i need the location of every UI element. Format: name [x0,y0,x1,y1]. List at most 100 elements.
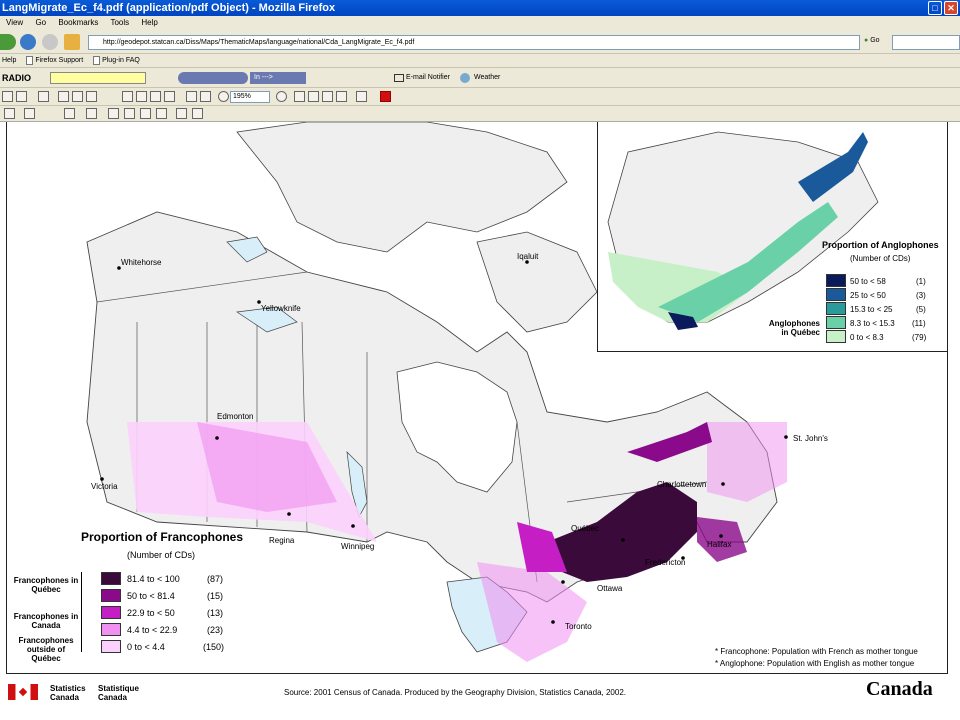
bookmarks-toolbar: Help Firefox Support Plug-in FAQ [0,54,960,68]
player-controls[interactable] [178,72,248,84]
go-arrow-icon: ● [864,37,869,44]
select-text-icon[interactable] [72,91,83,102]
legend-bracket [81,572,99,652]
map-frame: Whitehorse Yellowknife Iqaluit Edmonton … [6,122,948,674]
franco-legend-subtitle: (Number of CDs) [127,550,196,560]
city-label: Yellowknife [261,304,301,313]
page-thumb-icon[interactable] [140,108,151,119]
weather-button[interactable]: Weather [474,68,500,88]
rotate-icon[interactable] [356,91,367,102]
anglo-swatch [826,274,846,287]
menu-view[interactable]: View [6,18,23,27]
pencil-tool-icon[interactable] [64,108,75,119]
city-label: Charlottetown [657,480,707,489]
anglo-count: (11) [912,319,926,328]
radio-toolbar: RADIO In ---> E-mail Notifier Weather [0,68,960,88]
mail-icon [394,74,404,82]
line-tool-icon[interactable] [86,108,97,119]
reload-icon[interactable] [20,34,36,50]
weather-icon [460,73,470,83]
anglo-range: 50 to < 58 [850,277,886,286]
stop-icon[interactable] [42,34,58,50]
franco-swatch [101,572,121,585]
note-tool-icon[interactable] [24,108,35,119]
last-page-icon[interactable] [164,91,175,102]
go-button[interactable]: ● Go [864,37,880,44]
franco-swatch [101,606,121,619]
canada-flag-icon [8,684,38,700]
note-francophone: * Francophone: Population with French as… [715,647,918,656]
window-title: LangMigrate_Ec_f4.pdf (application/pdf O… [2,2,336,14]
home-icon[interactable] [64,34,80,50]
stream-field[interactable]: In ---> [250,72,306,84]
city-label: Québec [571,524,600,533]
pdf-document: Whitehorse Yellowknife Iqaluit Edmonton … [0,122,960,720]
navigation-toolbar: http://geodepot.statcan.ca/Diss/Maps/The… [0,30,960,54]
fit-width-icon[interactable] [322,91,333,102]
save-icon[interactable] [2,91,13,102]
attach-tool-icon[interactable] [124,108,135,119]
bookmark-firefox-support[interactable]: Firefox Support [35,57,83,64]
fit-page-icon[interactable] [308,91,319,102]
city-label: Victoria [91,482,118,491]
city-label: Regina [269,536,295,545]
layers-panel-icon[interactable] [176,108,187,119]
search-icon[interactable] [38,91,49,102]
first-page-icon[interactable] [122,91,133,102]
zoom-minus-icon[interactable] [218,91,229,102]
adobe-logo-icon[interactable] [380,91,391,102]
forward-view-icon[interactable] [200,91,211,102]
next-page-icon[interactable] [150,91,161,102]
city-label: Edmonton [217,412,254,421]
zoom-out-icon[interactable] [86,91,97,102]
signatures-panel-icon[interactable] [192,108,203,119]
text-tool-icon[interactable] [4,108,15,119]
anglo-legend-subtitle: (Number of CDs) [850,254,911,263]
radio-station-select[interactable] [50,72,146,84]
print-icon[interactable] [16,91,27,102]
anglo-group-label: Anglophones in Québec [768,319,820,337]
city-label: Whitehorse [121,258,162,267]
menu-bookmarks[interactable]: Bookmarks [58,18,98,27]
pdf-toolbar: 195% [0,88,960,106]
franco-count: (15) [207,591,224,601]
franco-group-label: Francophones in Québec [13,576,79,594]
hand-icon[interactable] [58,91,69,102]
page-icon [26,55,34,65]
actual-size-icon[interactable] [294,91,305,102]
city-label: Fredericton [645,558,686,567]
pdf-annotation-toolbar [0,106,960,122]
city-label: Toronto [565,622,592,631]
anglo-range: 15.3 to < 25 [850,305,893,314]
previous-page-icon[interactable] [136,91,147,102]
menu-help[interactable]: Help [141,18,157,27]
forward-icon[interactable] [0,34,16,50]
menu-bar: View Go Bookmarks Tools Help [0,16,960,30]
search-field[interactable] [892,35,960,50]
franco-legend-title: Proportion of Francophones [81,530,243,544]
bookmark-plugin-faq[interactable]: Plug-in FAQ [102,57,140,64]
close-button[interactable]: ✕ [944,1,958,15]
statcan-french: Statistique Canada [98,684,139,702]
url-field[interactable]: http://geodepot.statcan.ca/Diss/Maps/The… [88,35,860,50]
menu-tools[interactable]: Tools [110,18,129,27]
franco-group-label: Francophones in Canada [13,612,79,630]
anglo-count: (5) [916,305,926,314]
back-view-icon[interactable] [186,91,197,102]
anglo-legend-title: Proportion of Anglophones [822,240,939,250]
stamp-tool-icon[interactable] [108,108,119,119]
zoom-field[interactable]: 195% [230,91,270,103]
menu-go[interactable]: Go [35,18,46,27]
fit-visible-icon[interactable] [336,91,347,102]
email-notifier-button[interactable]: E-mail Notifier [406,68,450,88]
zoom-plus-icon[interactable] [276,91,287,102]
city-label: St. John's [793,434,828,443]
bookmark-panel-icon[interactable] [156,108,167,119]
city-label: Halifax [707,540,732,549]
anglo-range: 25 to < 50 [850,291,886,300]
bookmark-help[interactable]: Help [2,57,16,64]
franco-swatch [101,640,121,653]
baffin-island [476,231,598,333]
franco-range: 81.4 to < 100 [127,574,180,584]
maximize-button[interactable]: □ [928,1,942,15]
